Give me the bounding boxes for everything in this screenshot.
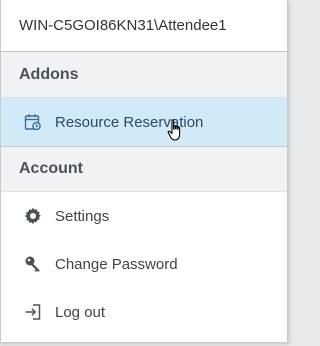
current-username: WIN-C5GOI86KN31\Attendee1 bbox=[1, 0, 287, 52]
menu-item-label: Log out bbox=[55, 303, 106, 321]
key-icon bbox=[23, 254, 43, 274]
menu-item-label: Settings bbox=[55, 207, 110, 225]
menu-item-change-password[interactable]: Change Password bbox=[1, 240, 287, 288]
user-dropdown-menu: WIN-C5GOI86KN31\Attendee1 Addons Resourc… bbox=[0, 0, 288, 343]
account-section-header: Account bbox=[1, 146, 287, 192]
menu-item-settings[interactable]: Settings bbox=[1, 192, 287, 240]
menu-item-label: Change Password bbox=[55, 255, 178, 273]
gear-icon bbox=[23, 206, 43, 226]
logout-icon bbox=[23, 302, 43, 322]
hand-cursor-icon bbox=[167, 119, 181, 141]
menu-item-resource-reservation[interactable]: Resource Reservation bbox=[1, 98, 287, 146]
addons-section-header: Addons bbox=[1, 52, 287, 98]
menu-item-log-out[interactable]: Log out bbox=[1, 288, 287, 336]
calendar-clock-icon bbox=[23, 112, 43, 132]
